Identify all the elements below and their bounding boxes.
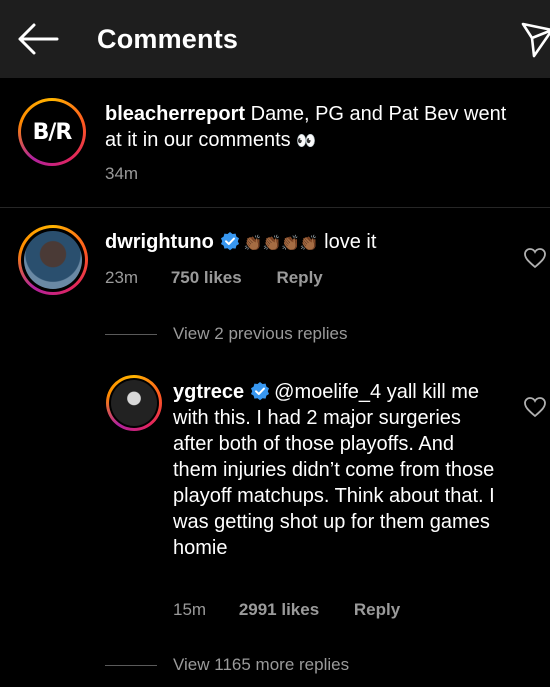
caption-username[interactable]: bleacherreport [105, 103, 245, 125]
heart-icon[interactable] [523, 247, 547, 269]
bleacher-report-logo: B/R [24, 104, 80, 160]
comment-body: love it [324, 231, 377, 253]
paper-plane-icon[interactable] [520, 18, 550, 60]
reply-meta: 15m 2991 likes Reply [173, 600, 400, 620]
eyes-emoji: 👀 [296, 131, 317, 150]
avatar[interactable]: B/R [18, 98, 86, 166]
mention-link[interactable]: @moelife_4 [274, 381, 381, 403]
view-previous-label: View 2 previous replies [173, 324, 348, 343]
reply-time: 15m [173, 600, 207, 619]
view-previous-replies[interactable]: View 2 previous replies [105, 324, 348, 344]
post-caption: B/R bleacherreport Dame, PG and Pat Bev … [0, 78, 550, 208]
comment-time: 23m [105, 268, 139, 287]
caption-time: 34m [105, 164, 139, 183]
profile-photo [111, 380, 157, 426]
avatar[interactable] [18, 225, 88, 295]
page-title: Comments [97, 24, 239, 54]
clapping-emoji: 👏🏾👏🏾👏🏾👏🏾 [243, 234, 319, 252]
reply-button[interactable]: Reply [276, 268, 322, 287]
comment-text: dwrightuno 👏🏾👏🏾👏🏾👏🏾 love it [105, 229, 505, 256]
view-more-label: View 1165 more replies [173, 655, 350, 674]
divider-line [105, 665, 157, 667]
caption-text: bleacherreport Dame, PG and Pat Bev went… [105, 101, 525, 154]
arrow-left-icon[interactable] [16, 22, 60, 56]
top-bar: Comments [0, 0, 550, 78]
reply-text: ygtrece @moelife_4 yall kill me with this… [173, 379, 498, 561]
reply-body: yall kill me with this. I had 2 major su… [173, 381, 495, 559]
avatar[interactable] [106, 375, 162, 431]
comment-username[interactable]: dwrightuno [105, 231, 214, 253]
heart-icon[interactable] [523, 396, 547, 418]
verified-badge-icon [251, 382, 270, 401]
comment-meta: 23m 750 likes Reply [105, 268, 323, 288]
reply-button[interactable]: Reply [354, 600, 400, 619]
like-count[interactable]: 750 likes [171, 268, 242, 287]
divider-line [105, 334, 157, 336]
reply-username[interactable]: ygtrece [173, 381, 244, 403]
like-count[interactable]: 2991 likes [239, 600, 319, 619]
view-more-replies[interactable]: View 1165 more replies [105, 655, 349, 675]
profile-photo [24, 231, 82, 289]
verified-badge-icon [220, 232, 239, 251]
